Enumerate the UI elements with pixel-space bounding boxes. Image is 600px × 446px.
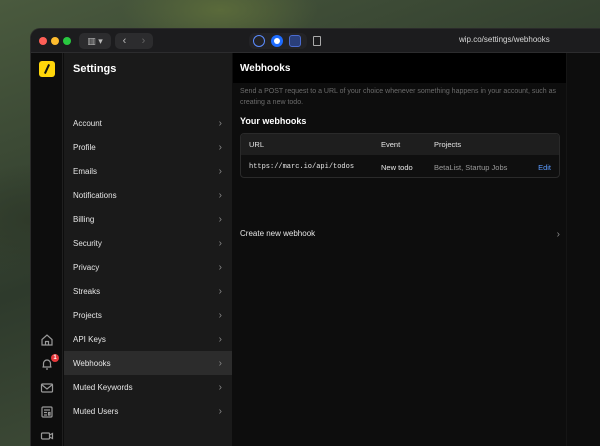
settings-item-label: Streaks [73, 286, 101, 296]
settings-item-api-keys[interactable]: API Keys › [64, 327, 232, 351]
panel-header: Webhooks [233, 53, 566, 83]
create-webhook-label: Create new webhook [240, 229, 316, 238]
sidebar-toggle-icon: ▥ ▾ [87, 35, 103, 46]
settings-item-billing[interactable]: Billing › [64, 207, 232, 231]
settings-item-privacy[interactable]: Privacy › [64, 255, 232, 279]
table-header: URL Event Projects [241, 134, 559, 155]
sidebar-toggle-button[interactable]: ▥ ▾ [79, 33, 111, 49]
chevron-right-icon: › [218, 165, 222, 177]
browser-window: ▥ ▾ ‹ › wip.co/settings/webhooks 1 Setti… [30, 28, 600, 446]
settings-item-label: Webhooks [73, 358, 111, 368]
settings-item-label: Security [73, 238, 102, 248]
settings-item-label: Billing [73, 214, 95, 224]
home-icon[interactable] [40, 333, 54, 347]
settings-item-label: Emails [73, 166, 98, 176]
browser-toolbar: ▥ ▾ ‹ › wip.co/settings/webhooks [31, 29, 600, 53]
reader-mode-icon[interactable] [313, 36, 321, 46]
chevron-right-icon: › [218, 357, 222, 369]
chevron-right-icon: › [218, 261, 222, 273]
settings-menu: Account › Profile › Emails › Notifications ›… [64, 111, 232, 423]
table-row: https://marc.io/api/todos New todo BetaL… [241, 155, 559, 177]
chevron-right-icon: › [218, 381, 222, 393]
webhooks-description: Send a POST request to a URL of your cho… [240, 88, 556, 106]
settings-item-security[interactable]: Security › [64, 231, 232, 255]
chevron-right-icon: › [218, 189, 222, 201]
chevron-right-icon: › [218, 285, 222, 297]
column-header-url: URL [249, 140, 265, 149]
newspaper-icon[interactable] [40, 405, 54, 419]
settings-item-label: Notifications [73, 190, 117, 200]
settings-item-webhooks[interactable]: Webhooks › [64, 351, 232, 375]
settings-item-muted-users[interactable]: Muted Users › [64, 399, 232, 423]
zoom-window-button[interactable] [63, 37, 71, 45]
webhook-url: https://marc.io/api/todos [249, 163, 355, 171]
settings-item-label: Profile [73, 142, 96, 152]
settings-item-profile[interactable]: Profile › [64, 135, 232, 159]
section-title: Your webhooks [240, 116, 307, 126]
mail-icon[interactable] [40, 381, 54, 395]
chevron-right-icon: › [218, 405, 222, 417]
settings-item-notifications[interactable]: Notifications › [64, 183, 232, 207]
settings-item-emails[interactable]: Emails › [64, 159, 232, 183]
create-webhook-row[interactable]: Create new webhook › [240, 229, 560, 240]
forward-button[interactable]: › [134, 35, 153, 47]
chevron-right-icon: › [218, 333, 222, 345]
webhook-event: New todo [381, 163, 413, 172]
extension-globe-icon[interactable] [253, 35, 265, 47]
notification-badge: 1 [51, 354, 59, 362]
settings-item-label: API Keys [73, 334, 106, 344]
extension-grid-icon[interactable] [289, 35, 301, 47]
settings-item-account[interactable]: Account › [64, 111, 232, 135]
settings-item-streaks[interactable]: Streaks › [64, 279, 232, 303]
icon-rail: 1 [31, 53, 63, 446]
column-header-projects: Projects [434, 140, 462, 149]
settings-item-label: Muted Keywords [73, 382, 133, 392]
settings-sidebar: Settings Account › Profile › Emails › Notif… [64, 53, 232, 446]
logo[interactable] [39, 61, 55, 77]
right-gutter [566, 53, 600, 446]
close-window-button[interactable] [39, 37, 47, 45]
chevron-right-icon: › [218, 213, 222, 225]
settings-item-label: Muted Users [73, 406, 119, 416]
video-icon[interactable] [40, 429, 54, 443]
column-header-event: Event [381, 140, 401, 149]
webhooks-table: URL Event Projects https://marc.io/api/t… [240, 133, 560, 178]
webhooks-panel: Webhooks Send a POST request to a URL of… [233, 53, 566, 446]
back-button[interactable]: ‹ [115, 35, 134, 47]
chevron-right-icon: › [556, 229, 560, 240]
edit-webhook-link[interactable]: Edit [538, 163, 551, 172]
chevron-right-icon: › [218, 141, 222, 153]
address-bar[interactable]: wip.co/settings/webhooks [459, 35, 550, 44]
page-title: Webhooks [240, 63, 291, 74]
extension-circle-icon[interactable] [271, 35, 283, 47]
navigation-buttons: ‹ › [115, 33, 153, 49]
webhook-projects: BetaList, Startup Jobs [434, 163, 508, 172]
settings-item-muted-keywords[interactable]: Muted Keywords › [64, 375, 232, 399]
settings-item-label: Privacy [73, 262, 100, 272]
settings-title: Settings [73, 63, 117, 75]
settings-item-label: Projects [73, 310, 102, 320]
chevron-right-icon: › [218, 117, 222, 129]
settings-item-projects[interactable]: Projects › [64, 303, 232, 327]
chevron-right-icon: › [218, 237, 222, 249]
settings-item-label: Account [73, 118, 102, 128]
minimize-window-button[interactable] [51, 37, 59, 45]
chevron-right-icon: › [218, 309, 222, 321]
